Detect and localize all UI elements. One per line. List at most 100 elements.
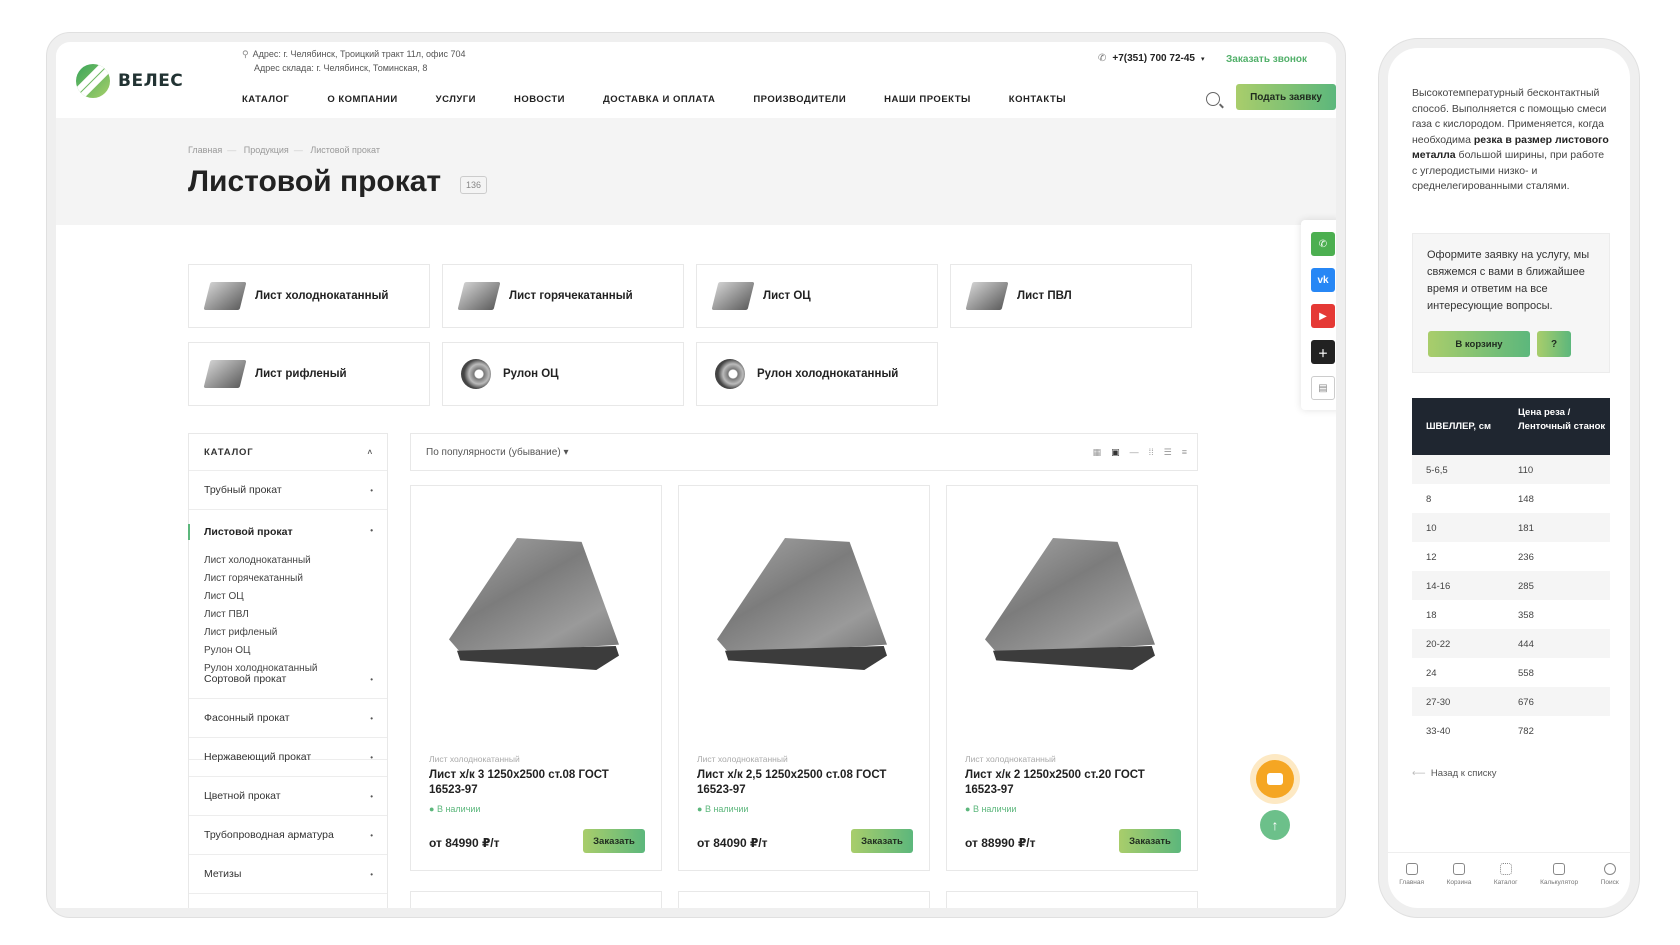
submit-request-button[interactable]: Подать заявку [1236,84,1336,110]
product-card[interactable] [410,891,662,908]
sidebar-item-pipe[interactable]: Трубный прокат • [189,471,387,510]
category-tile-cold-rolled-coil[interactable]: Рулон холоднокатанный [696,342,938,406]
sidebar-item-label: Нержавеющий прокат [204,751,312,763]
phone[interactable]: ✆ +7(351) 700 72-45 ▾ [1098,53,1204,64]
add-to-cart-button[interactable]: В корзину [1428,331,1530,357]
whatsapp-icon[interactable]: ✆ [1311,232,1335,256]
sidebar-item-valves[interactable]: Трубопроводная арматура • [189,816,387,855]
tab-catalog[interactable]: Каталог [1494,863,1518,908]
youtube-icon[interactable]: ▶ [1311,304,1335,328]
grid-small-icon[interactable]: ⁞⁞ [1149,447,1154,458]
sidebar-subitem[interactable]: Лист горячекатанный [204,570,317,588]
chevron-down-icon: • [370,752,373,762]
sidebar-item-nonferrous[interactable]: Цветной прокат • [189,777,387,816]
search-icon [1603,863,1616,875]
sort-select[interactable]: По популярности (убывание) ▾ [426,447,568,458]
product-card[interactable]: Лист холоднокатанный Лист х/к 3 1250х250… [410,485,662,871]
grid-medium-icon[interactable]: ▣ [1111,447,1120,458]
table-row: 33-40 782 [1412,716,1610,745]
breadcrumb-home[interactable]: Главная [188,145,222,155]
product-card[interactable]: Лист холоднокатанный Лист х/к 2 1250х250… [946,485,1198,871]
search-icon[interactable] [1206,92,1220,106]
category-tile-checkered[interactable]: Лист рифленый [188,342,430,406]
table-icon[interactable]: ≡ [1182,447,1187,458]
order-button[interactable]: Заказать [851,829,913,853]
sidebar-subitem[interactable]: Лист рифленый [204,624,317,642]
table-cell-price: 782 [1518,726,1534,737]
table-cell-size: 14-16 [1426,581,1451,592]
tab-label: Главная [1399,879,1425,886]
category-tile-pvl[interactable]: Лист ПВЛ [950,264,1192,328]
product-card[interactable] [678,891,930,908]
tab-cart[interactable]: Корзина [1447,863,1471,908]
sidebar-item-section[interactable]: Сортовой прокат • [189,660,387,699]
sidebar-heading: КАТАЛОГ [204,446,254,458]
table-cell-size: 18 [1426,610,1437,621]
nav-item-news[interactable]: НОВОСТИ [514,94,565,105]
product-name[interactable]: Лист х/к 2,5 1250х2500 ст.08 ГОСТ 16523-… [697,768,912,798]
sidebar-subitem[interactable]: Лист холоднокатанный [204,552,317,570]
nav-item-contacts[interactable]: КОНТАКТЫ [1009,94,1066,105]
category-label: Лист ПВЛ [1017,290,1072,302]
category-tile-hot-rolled[interactable]: Лист горячекатанный [442,264,684,328]
sort-select-value: По популярности (убывание) [426,447,561,458]
category-tile-galvanized-coil[interactable]: Рулон ОЦ [442,342,684,406]
sidebar-subitem[interactable]: Лист ПВЛ [204,606,317,624]
nav-item-services[interactable]: УСЛУГИ [436,94,476,105]
category-label: Лист холоднокатанный [255,290,389,302]
category-label: Рулон ОЦ [503,368,559,380]
grid-icon [1499,863,1512,875]
nav-item-about[interactable]: О КОМПАНИИ [327,94,397,105]
sidebar-item-shaped[interactable]: Фасонный прокат • [189,699,387,738]
breadcrumb-products[interactable]: Продукция [244,145,289,155]
product-name[interactable]: Лист х/к 2 1250х2500 ст.20 ГОСТ 16523-97 [965,768,1180,798]
stock-status: ● В наличии [965,804,1017,814]
product-name[interactable]: Лист х/к 3 1250х2500 ст.08 ГОСТ 16523-97 [429,768,644,798]
breadcrumb: Главная — Продукция — Листовой прокат [188,145,380,155]
nav-item-delivery[interactable]: ДОСТАВКА И ОПЛАТА [603,94,715,105]
address-warehouse: Адрес склада: г. Челябинск, Томинская, 8 [254,63,428,73]
address-block: ⚲ Адрес: г. Челябинск, Троицкий тракт 11л… [242,47,466,75]
table-cell-price: 558 [1518,668,1534,679]
table-cell-price: 358 [1518,610,1534,621]
logo[interactable]: ВЕЛЕС [76,64,183,98]
add-icon[interactable]: ＋ [1311,340,1335,364]
grid-large-icon[interactable]: ▦ [1093,447,1102,458]
chat-button[interactable] [1256,760,1294,798]
tab-home[interactable]: Главная [1399,863,1424,908]
nav-item-manufacturers[interactable]: ПРОИЗВОДИТЕЛИ [753,94,846,105]
order-button[interactable]: Заказать [583,829,645,853]
callback-link[interactable]: Заказать звонок [1226,54,1307,65]
calculator-icon[interactable]: ▤ [1311,376,1335,400]
sidebar-item-label: Трубный прокат [204,484,282,496]
scroll-to-top-button[interactable]: ↑ [1260,810,1290,840]
category-tile-cold-rolled[interactable]: Лист холоднокатанный [188,264,430,328]
table-cell-size: 33-40 [1426,726,1451,737]
sidebar-subitem[interactable]: Рулон ОЦ [204,642,317,660]
sidebar-item-hardware[interactable]: Метизы • [189,855,387,894]
tab-search[interactable]: Поиск [1601,863,1619,908]
back-to-list-link[interactable]: ⟵ Назад к списку [1412,768,1497,779]
table-cell-price: 181 [1518,523,1534,534]
vk-icon[interactable]: vk [1311,268,1335,292]
question-button[interactable]: ? [1537,331,1571,357]
phone-icon: ✆ [1098,53,1107,64]
chevron-down-icon: • [370,869,373,879]
sheet-thumbnail-icon [965,282,1009,310]
tab-calculator[interactable]: Калькулятор [1540,863,1578,908]
catalog-sidebar-header[interactable]: КАТАЛОГ ˄ [189,434,387,471]
table-cell-price: 148 [1518,494,1534,505]
category-tile-galvanized[interactable]: Лист ОЦ [696,264,938,328]
table-cell-size: 24 [1426,668,1437,679]
order-button[interactable]: Заказать [1119,829,1181,853]
sidebar-subitem[interactable]: Лист ОЦ [204,588,317,606]
list-icon[interactable]: ☰ [1164,447,1172,458]
nav-item-catalog[interactable]: КАТАЛОГ [242,94,289,105]
product-card[interactable] [946,891,1198,908]
product-card[interactable]: Лист холоднокатанный Лист х/к 2,5 1250х2… [678,485,930,871]
table-row: 10 181 [1412,513,1610,542]
sidebar-item-label: Сортовой прокат [204,673,287,685]
nav-item-projects[interactable]: НАШИ ПРОЕКТЫ [884,94,971,105]
sidebar-item-stainless[interactable]: Нержавеющий прокат • [189,738,387,777]
social-strip: ✆ vk ▶ ＋ ▤ [1301,220,1336,410]
